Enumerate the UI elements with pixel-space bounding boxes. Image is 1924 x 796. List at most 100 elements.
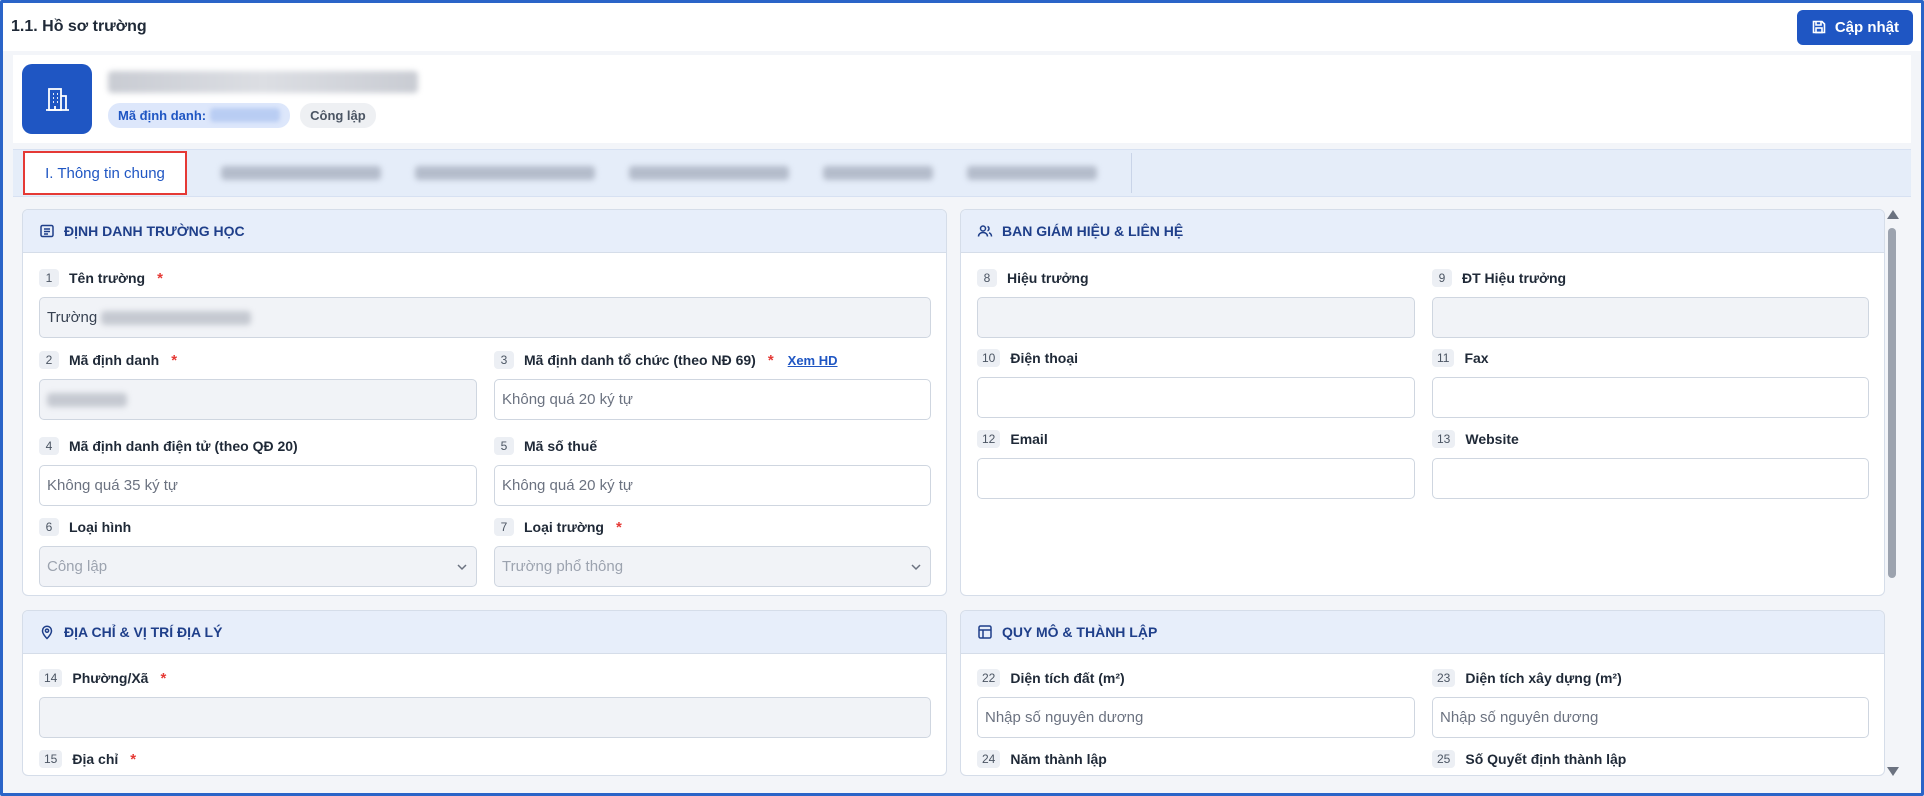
- field-number: 24: [977, 750, 1001, 768]
- field-number: 2: [39, 351, 59, 369]
- field-label: Năm thành lập: [1010, 751, 1107, 767]
- scroll-thumb[interactable]: [1888, 228, 1896, 578]
- field-label: Loại trường: [524, 519, 604, 535]
- building-area-input[interactable]: Nhập số nguyên dương: [1432, 697, 1869, 738]
- tab-redacted-2[interactable]: [221, 166, 381, 180]
- field-label: Mã định danh điện tử (theo QĐ 20): [69, 438, 298, 454]
- school-name-redacted-value: [101, 310, 252, 325]
- ward-input[interactable]: [39, 697, 931, 738]
- users-icon: [977, 225, 993, 237]
- school-profile-card: Mã định danh: Công lập: [13, 55, 1911, 143]
- leadership-section-title: BAN GIÁM HIỆU & LIÊN HỆ: [1002, 223, 1184, 239]
- school-building-icon: [22, 64, 92, 134]
- update-button[interactable]: Cập nhật: [1796, 9, 1913, 45]
- school-id-redacted-value: [47, 392, 127, 407]
- electronic-id-input[interactable]: Không quá 35 ký tự: [39, 465, 477, 506]
- page-scrollbar[interactable]: [1884, 210, 1900, 776]
- field-number: 25: [1432, 750, 1456, 768]
- field-number: 5: [494, 437, 514, 455]
- field-label: Phường/Xã: [72, 670, 149, 686]
- field-address: 15 Địa chỉ *: [39, 749, 931, 769]
- field-label: Diện tích đất (m²): [1010, 670, 1125, 686]
- building-area-placeholder: Nhập số nguyên dương: [1440, 709, 1599, 726]
- field-label: Tên trường: [69, 270, 146, 286]
- scale-section-header: QUY MÔ & THÀNH LẬP: [961, 611, 1884, 654]
- tab-bar: I. Thông tin chung: [13, 149, 1911, 197]
- field-number: 23: [1432, 669, 1456, 687]
- tab-redacted-3[interactable]: [415, 166, 595, 180]
- list-icon: [40, 224, 54, 238]
- school-name-redacted: [108, 70, 418, 93]
- scroll-up-arrow-icon[interactable]: [1887, 210, 1899, 219]
- website-input[interactable]: [1432, 458, 1869, 499]
- field-label: Website: [1465, 431, 1519, 447]
- required-marker: *: [615, 518, 622, 536]
- field-label: Mã định danh tổ chức (theo NĐ 69): [524, 352, 756, 368]
- school-name-input[interactable]: Trường: [39, 297, 931, 338]
- field-label: ĐT Hiệu trưởng: [1462, 270, 1567, 286]
- field-label: Số Quyết định thành lập: [1465, 751, 1627, 767]
- chevron-down-icon: [911, 563, 921, 570]
- field-ward: 14 Phường/Xã *: [39, 668, 931, 738]
- field-school-name: 1 Tên trường * Trường: [39, 268, 931, 338]
- field-number: 8: [977, 269, 997, 287]
- address-section-header: ĐỊA CHỈ & VỊ TRÍ ĐỊA LÝ: [23, 611, 946, 654]
- field-land-area: 22 Diện tích đất (m²) Nhập số nguyên dươ…: [977, 668, 1415, 738]
- scale-section: QUY MÔ & THÀNH LẬP 22 Diện tích đất (m²)…: [960, 610, 1885, 776]
- field-number: 9: [1432, 269, 1452, 287]
- scroll-down-arrow-icon[interactable]: [1887, 767, 1899, 776]
- layout-icon: [978, 625, 992, 639]
- field-number: 10: [977, 349, 1001, 367]
- tab-general-info[interactable]: I. Thông tin chung: [23, 151, 187, 195]
- email-input[interactable]: [977, 458, 1415, 499]
- org-id-input[interactable]: Không quá 20 ký tự: [494, 379, 931, 420]
- fax-input[interactable]: [1432, 377, 1869, 418]
- field-number: 6: [39, 518, 59, 536]
- principal-phone-input[interactable]: [1432, 297, 1869, 338]
- school-category-value: Trường phổ thông: [502, 558, 624, 575]
- school-category-select[interactable]: Trường phổ thông: [494, 546, 931, 587]
- tax-code-placeholder: Không quá 20 ký tự: [502, 477, 633, 494]
- map-pin-icon: [41, 625, 53, 640]
- required-marker: *: [160, 669, 167, 687]
- school-id-label: Mã định danh:: [118, 107, 207, 123]
- page-title: 1.1. Hồ sơ trường: [11, 18, 147, 35]
- field-phone: 10 Điện thoại: [977, 348, 1415, 418]
- address-section-title: ĐỊA CHỈ & VỊ TRÍ ĐỊA LÝ: [64, 624, 223, 640]
- school-id-badge: Mã định danh:: [108, 102, 291, 128]
- field-number: 11: [1432, 349, 1455, 367]
- field-number: 3: [494, 351, 514, 369]
- ownership-type-select[interactable]: Công lập: [39, 546, 477, 587]
- field-number: 4: [39, 437, 59, 455]
- principal-input[interactable]: [977, 297, 1415, 338]
- leadership-section: BAN GIÁM HIỆU & LIÊN HỆ 8 Hiệu trưởng 9 …: [960, 209, 1885, 596]
- required-marker: *: [157, 269, 163, 287]
- land-area-input[interactable]: Nhập số nguyên dương: [977, 697, 1415, 738]
- school-id-input[interactable]: [39, 379, 477, 420]
- chevron-down-icon: [457, 563, 467, 570]
- tab-redacted-4[interactable]: [629, 166, 789, 180]
- field-number: 22: [977, 669, 1001, 687]
- school-name-value: Trường: [47, 309, 98, 326]
- identity-section-title: ĐỊNH DANH TRƯỜNG HỌC: [64, 223, 245, 239]
- field-building-area: 23 Diện tích xây dựng (m²) Nhập số nguyê…: [1432, 668, 1869, 738]
- top-bar: 1.1. Hồ sơ trường Cập nhật: [3, 3, 1921, 51]
- field-number: 14: [39, 669, 63, 687]
- required-marker: *: [130, 750, 137, 768]
- field-principal: 8 Hiệu trưởng: [977, 268, 1415, 338]
- org-id-placeholder: Không quá 20 ký tự: [502, 391, 633, 408]
- guide-link[interactable]: Xem HD: [788, 353, 838, 368]
- field-label: Diện tích xây dựng (m²): [1465, 670, 1622, 686]
- field-principal-phone: 9 ĐT Hiệu trưởng: [1432, 268, 1869, 338]
- tab-redacted-6[interactable]: [967, 166, 1097, 180]
- phone-input[interactable]: [977, 377, 1415, 418]
- scale-section-title: QUY MÔ & THÀNH LẬP: [1002, 624, 1158, 640]
- update-button-label: Cập nhật: [1834, 18, 1899, 36]
- field-school-id: 2 Mã định danh *: [39, 350, 477, 420]
- field-label: Fax: [1464, 350, 1489, 366]
- tax-code-input[interactable]: Không quá 20 ký tự: [494, 465, 931, 506]
- field-school-category: 7 Loại trường * Trường phổ thông: [494, 517, 931, 587]
- field-tax-code: 5 Mã số thuế Không quá 20 ký tự: [494, 436, 931, 506]
- land-area-placeholder: Nhập số nguyên dương: [985, 709, 1144, 726]
- tab-redacted-5[interactable]: [823, 166, 933, 180]
